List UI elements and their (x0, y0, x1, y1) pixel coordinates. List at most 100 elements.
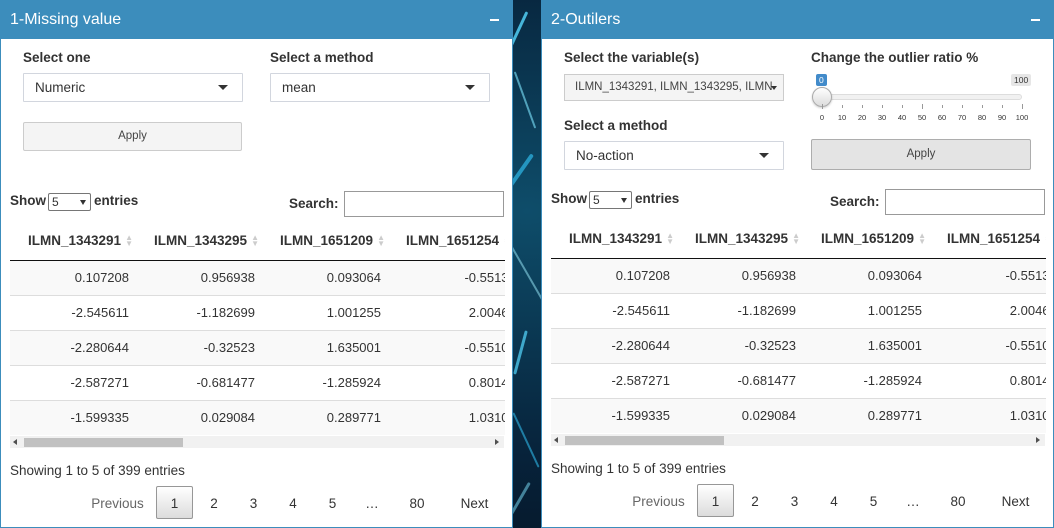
page-button[interactable]: 2 (193, 486, 235, 519)
page-button-current[interactable]: 1 (156, 486, 193, 519)
minus-icon (1030, 19, 1040, 21)
show-entries: Show (551, 191, 587, 206)
column-header[interactable]: ILMN_1343291 ▲ ▼ (551, 219, 677, 259)
page-button[interactable]: 4 (813, 484, 855, 517)
table-row[interactable]: -1.5993350.0290840.2897711.031025 (551, 397, 1046, 433)
table-cell: 1.635001 (262, 329, 388, 365)
apply-button[interactable]: Apply (811, 139, 1031, 170)
collapse-button[interactable] (486, 1, 502, 39)
page-button[interactable]: 80 (393, 486, 441, 519)
method-dropdown[interactable]: mean (270, 73, 490, 102)
table-cell: 0.956938 (677, 257, 803, 293)
caret-down-icon (771, 86, 777, 90)
column-header[interactable]: ILMN_1343295 ▲ ▼ (677, 219, 803, 259)
pagination-ellipsis: … (906, 494, 920, 509)
scroll-right-icon[interactable] (1036, 437, 1040, 443)
variables-select[interactable]: ILMN_1343291, ILMN_1343295, ILMN (564, 74, 784, 101)
panel-header: 1-Missing value (1, 1, 512, 39)
search-input[interactable] (344, 191, 504, 217)
table-cell: 1.001255 (262, 294, 388, 330)
table-cell: -2.587271 (551, 362, 677, 398)
table-row[interactable]: -2.545611-1.1826991.0012552.004626 (10, 294, 505, 330)
method-value: mean (282, 80, 316, 95)
sort-icon[interactable]: ▲▼ (377, 234, 385, 248)
pagination-ellipsis: … (365, 496, 379, 511)
scroll-right-icon[interactable] (495, 439, 499, 445)
sort-icon[interactable]: ▲▼ (1044, 232, 1046, 246)
table-cell: -0.551335 (929, 257, 1046, 293)
column-header[interactable]: ILMN_1651209 ▲ ▼ (803, 219, 929, 259)
page-length-select[interactable]: 5 (589, 191, 632, 209)
page-length-select[interactable]: 5 (48, 193, 91, 211)
sort-icon[interactable]: ▲▼ (503, 234, 505, 248)
table-cell: -2.545611 (10, 294, 136, 330)
column-header[interactable]: ILMN_1651209 ▲ ▼ (262, 221, 388, 261)
table-cell: -2.280644 (10, 329, 136, 365)
column-header[interactable]: ILMN_1343291 ▲ ▼ (10, 221, 136, 261)
slider-tick-label: 0 (819, 113, 825, 122)
scroll-left-icon[interactable] (13, 439, 17, 445)
outlier-ratio-label: Change the outlier ratio % (811, 50, 979, 65)
show-label: Show (551, 191, 587, 206)
table-info: Showing 1 to 5 of 399 entries (551, 461, 726, 476)
apply-button[interactable]: Apply (23, 122, 242, 151)
table-cell: -1.599335 (551, 397, 677, 433)
table-cell: 0.093064 (262, 259, 388, 295)
table-row[interactable]: -1.5993350.0290840.2897711.031025 (10, 399, 505, 435)
variables-label: Select the variable(s) (564, 50, 700, 65)
method-label: Select a method (270, 50, 374, 65)
table-row[interactable]: -2.587271-0.681477-1.2859240.801496 (551, 362, 1046, 398)
pagination: Previous 1 2 3 4 5 … 80 Next (620, 484, 1049, 517)
scroll-left-icon[interactable] (554, 437, 558, 443)
table-row[interactable]: 0.1072080.9569380.093064-0.551335 (10, 259, 505, 295)
method-label: Select a method (564, 118, 668, 133)
sort-icon[interactable]: ▲▼ (125, 234, 133, 248)
table-cell: -1.182699 (136, 294, 262, 330)
page-button[interactable]: 4 (272, 486, 314, 519)
table-row[interactable]: -2.545611-1.1826991.0012552.004626 (551, 292, 1046, 328)
table-cell: -0.32523 (677, 327, 803, 363)
horizontal-scrollbar[interactable] (10, 436, 504, 448)
page-button[interactable]: 80 (934, 484, 982, 517)
search-label: Search: (289, 196, 339, 211)
panel-title: 2-Outilers (551, 11, 621, 28)
table-row[interactable]: -2.280644-0.325231.635001-0.551046 (10, 329, 505, 365)
next-button[interactable]: Next (441, 486, 508, 519)
table-row[interactable]: -2.587271-0.681477-1.2859240.801496 (10, 364, 505, 400)
sort-icon[interactable]: ▲▼ (666, 232, 674, 246)
page-button[interactable]: 3 (235, 486, 272, 519)
column-header[interactable]: ILMN_1651254▲▼ (929, 219, 1046, 259)
table-cell: 0.093064 (803, 257, 929, 293)
scroll-thumb[interactable] (565, 436, 724, 445)
page-button[interactable]: 5 (314, 486, 351, 519)
panel-title: 1-Missing value (10, 11, 122, 28)
slider-track[interactable] (821, 94, 1022, 100)
table-row[interactable]: -2.280644-0.325231.635001-0.551046 (551, 327, 1046, 363)
collapse-button[interactable] (1027, 1, 1043, 39)
table-cell: 0.801496 (388, 364, 505, 400)
show-label: Show (10, 193, 46, 208)
previous-button[interactable]: Previous (79, 486, 156, 519)
page-button[interactable]: 3 (776, 484, 813, 517)
sort-icon[interactable]: ▲▼ (792, 232, 800, 246)
previous-button[interactable]: Previous (620, 484, 697, 517)
scroll-thumb[interactable] (24, 438, 183, 447)
table-header-row: ILMN_1343291 ▲ ▼ ILMN_1343295 ▲ ▼ ILMN_1651209… (10, 221, 505, 261)
table-cell: -1.285924 (803, 362, 929, 398)
page-button[interactable]: 2 (734, 484, 776, 517)
horizontal-scrollbar[interactable] (551, 434, 1045, 446)
search-input[interactable] (885, 189, 1045, 215)
table-row[interactable]: 0.1072080.9569380.093064-0.551335 (551, 257, 1046, 293)
column-header[interactable]: ILMN_1651254▲▼ (388, 221, 505, 261)
page-button[interactable]: 5 (855, 484, 892, 517)
sort-icon[interactable]: ▲▼ (251, 234, 259, 248)
page-length-value: 5 (593, 193, 600, 207)
sort-icon[interactable]: ▲▼ (918, 232, 926, 246)
next-button[interactable]: Next (982, 484, 1049, 517)
caret-down-icon (80, 200, 86, 205)
column-header[interactable]: ILMN_1343295 ▲ ▼ (136, 221, 262, 261)
select-one-dropdown[interactable]: Numeric (23, 73, 243, 102)
caret-down-icon (621, 198, 627, 203)
method-dropdown[interactable]: No-action (564, 141, 784, 170)
page-button-current[interactable]: 1 (697, 484, 734, 517)
